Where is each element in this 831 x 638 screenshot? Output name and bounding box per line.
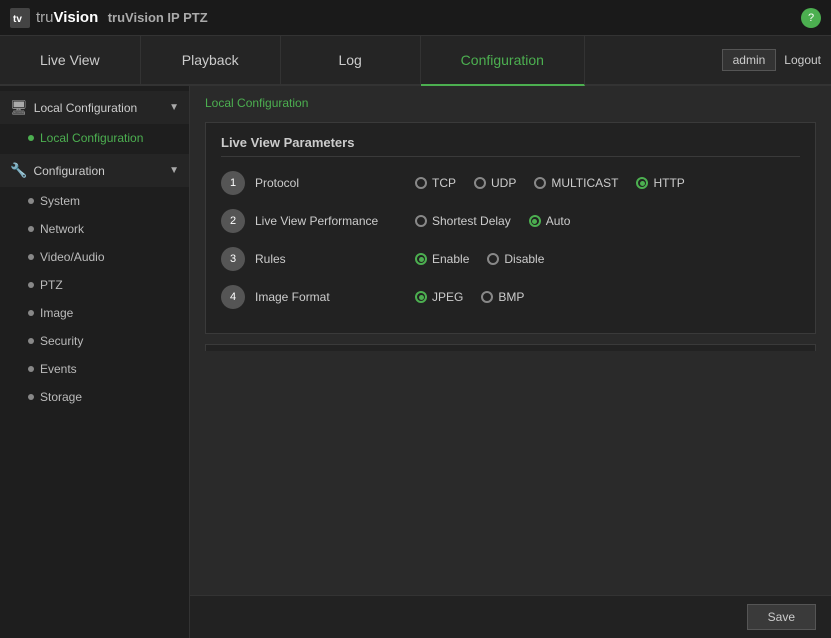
logout-button[interactable]: Logout (784, 53, 821, 67)
image-format-row: 4 Image Format JPEG BMP (221, 283, 800, 311)
live-view-panel: Live View Parameters 1 Protocol TCP UDP (205, 122, 816, 334)
protocol-multicast-radio[interactable] (534, 177, 546, 189)
local-config-icon: 🖥 (10, 99, 28, 116)
row-num-1: 1 (221, 171, 245, 195)
sidebar-item-video-audio[interactable]: Video/Audio (0, 243, 189, 271)
sidebar-item-network[interactable]: Network (0, 215, 189, 243)
image-format-options: JPEG BMP (415, 290, 800, 304)
sidebar-item-security[interactable]: Security (0, 327, 189, 355)
app-header: tv truVision truVision IP PTZ ? (0, 0, 831, 36)
rules-enable[interactable]: Enable (415, 252, 469, 266)
save-button[interactable]: Save (747, 604, 816, 630)
rules-row: 3 Rules Enable Disable (221, 245, 800, 273)
sidebar-header-local[interactable]: 🖥 Local Configuration ▼ (0, 91, 189, 124)
help-button[interactable]: ? (801, 8, 821, 28)
format-jpeg[interactable]: JPEG (415, 290, 463, 304)
svg-text:tv: tv (13, 14, 22, 25)
rules-disable-radio[interactable] (487, 253, 499, 265)
live-view-performance-label: Live View Performance (255, 214, 415, 228)
config-icon: 🔧 (10, 162, 27, 179)
main-layout: 🖥 Local Configuration ▼ Local Configurat… (0, 86, 831, 638)
sidebar-item-events[interactable]: Events (0, 355, 189, 383)
sidebar-section-local-items: Local Configuration (0, 124, 189, 152)
format-jpeg-radio[interactable] (415, 291, 427, 303)
live-view-performance-options: Shortest Delay Auto (415, 214, 800, 228)
rules-options: Enable Disable (415, 252, 800, 266)
config-chevron: ▼ (169, 165, 179, 176)
local-config-chevron: ▼ (169, 102, 179, 113)
tab-playback[interactable]: Playback (141, 36, 281, 84)
breadcrumb: Local Configuration (205, 96, 816, 110)
protocol-row: 1 Protocol TCP UDP MULTICAS (221, 169, 800, 197)
perf-auto[interactable]: Auto (529, 214, 571, 228)
sidebar-item-ptz[interactable]: PTZ (0, 271, 189, 299)
tab-live-view[interactable]: Live View (0, 36, 141, 84)
admin-label: admin (722, 49, 777, 71)
rules-enable-radio[interactable] (415, 253, 427, 265)
sidebar: 🖥 Local Configuration ▼ Local Configurat… (0, 86, 190, 638)
live-view-performance-row: 2 Live View Performance Shortest Delay A… (221, 207, 800, 235)
row-num-4: 4 (221, 285, 245, 309)
perf-shortest-delay-radio[interactable] (415, 215, 427, 227)
row-num-3: 3 (221, 247, 245, 271)
sidebar-section-config-items: System Network Video/Audio PTZ Image (0, 187, 189, 411)
protocol-tcp[interactable]: TCP (415, 176, 456, 190)
protocol-tcp-radio[interactable] (415, 177, 427, 189)
tab-log[interactable]: Log (281, 36, 421, 84)
image-format-label: Image Format (255, 290, 415, 304)
sidebar-item-system[interactable]: System (0, 187, 189, 215)
sidebar-header-config[interactable]: 🔧 Configuration ▼ (0, 154, 189, 187)
format-bmp[interactable]: BMP (481, 290, 524, 304)
logo-icon: tv (10, 8, 30, 28)
sidebar-section-config-label: Configuration (33, 164, 104, 178)
sidebar-section-local-label: Local Configuration (34, 101, 137, 115)
main-content: Local Configuration Live View Parameters… (190, 86, 831, 351)
local-config-dot (28, 135, 34, 141)
protocol-label: Protocol (255, 176, 415, 190)
protocol-multicast[interactable]: MULTICAST (534, 176, 618, 190)
protocol-options: TCP UDP MULTICAST HTTP (415, 176, 800, 190)
sidebar-section-config: 🔧 Configuration ▼ System Network Video/A… (0, 154, 189, 411)
perf-shortest-delay[interactable]: Shortest Delay (415, 214, 511, 228)
protocol-udp[interactable]: UDP (474, 176, 516, 190)
tab-configuration[interactable]: Configuration (421, 36, 585, 86)
nav-right: admin Logout (722, 36, 831, 84)
protocol-udp-radio[interactable] (474, 177, 486, 189)
rules-disable[interactable]: Disable (487, 252, 544, 266)
bottom-bar: Save (190, 595, 831, 638)
protocol-http-radio[interactable] (636, 177, 648, 189)
content-area: Local Configuration Live View Parameters… (190, 86, 831, 638)
sidebar-item-local-configuration[interactable]: Local Configuration (0, 124, 189, 152)
app-logo: tv truVision truVision IP PTZ (10, 8, 208, 28)
rules-label: Rules (255, 252, 415, 266)
logo-text: truVision truVision IP PTZ (36, 9, 208, 27)
sidebar-section-local: 🖥 Local Configuration ▼ Local Configurat… (0, 91, 189, 152)
sidebar-item-storage[interactable]: Storage (0, 383, 189, 411)
live-view-panel-title: Live View Parameters (221, 135, 800, 157)
sidebar-item-image[interactable]: Image (0, 299, 189, 327)
row-num-2: 2 (221, 209, 245, 233)
perf-auto-radio[interactable] (529, 215, 541, 227)
format-bmp-radio[interactable] (481, 291, 493, 303)
protocol-http[interactable]: HTTP (636, 176, 684, 190)
main-nav: Live View Playback Log Configuration adm… (0, 36, 831, 86)
